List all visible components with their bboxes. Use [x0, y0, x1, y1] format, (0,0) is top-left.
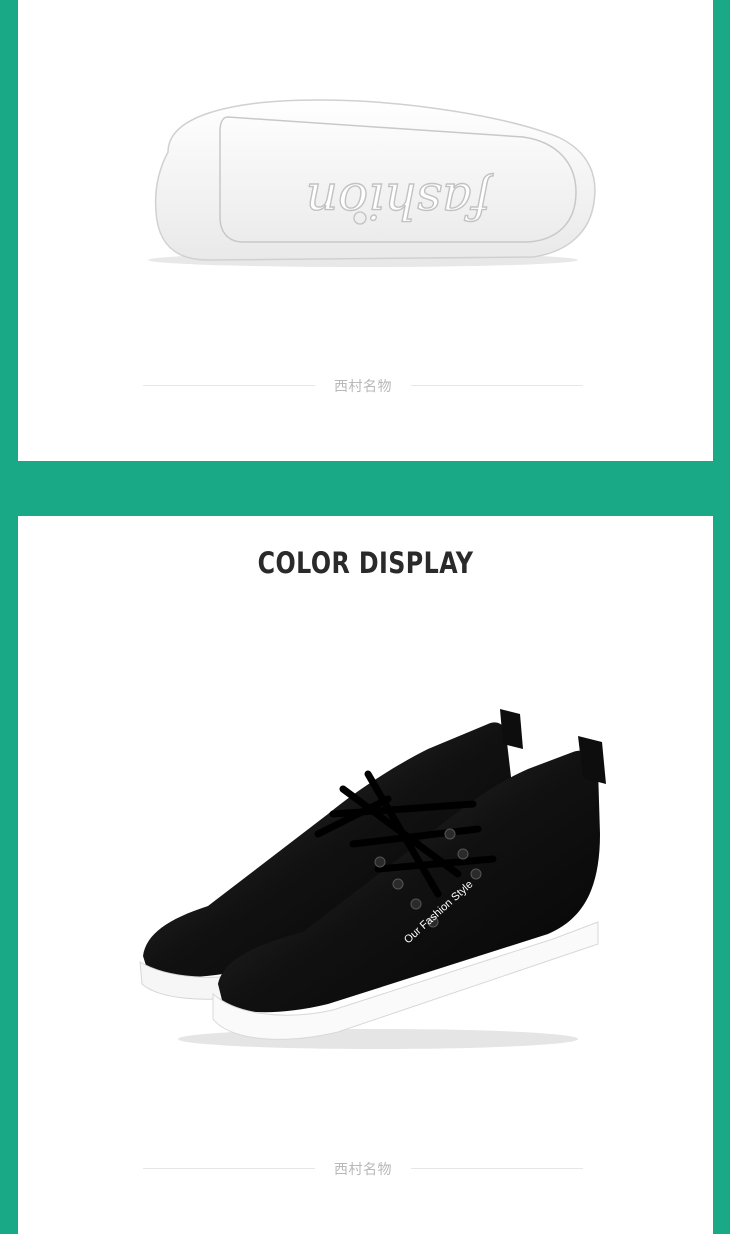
- divider-line-left: [143, 1168, 315, 1169]
- sole-panel: fashion 西村名物: [18, 0, 713, 461]
- brand-divider-top: 西村名物: [18, 375, 713, 395]
- black-sneaker-image: Our Fashion Style: [139, 709, 606, 1049]
- divider-line-right: [411, 385, 583, 386]
- divider-line-left: [143, 385, 315, 386]
- brand-watermark: 西村名物: [334, 1162, 392, 1178]
- shoe-sole-image: fashion: [148, 99, 596, 267]
- svg-text:fashion: fashion: [306, 172, 494, 230]
- divider-line-right: [411, 1168, 583, 1169]
- sole-text: fashion: [305, 171, 495, 230]
- brand-divider-bottom: 西村名物: [18, 1158, 713, 1178]
- color-display-panel: COLOR DISPLAY Our Fashion Style 西村名物: [18, 516, 713, 1234]
- section-title: COLOR DISPLAY: [257, 546, 474, 580]
- brand-watermark: 西村名物: [334, 379, 392, 395]
